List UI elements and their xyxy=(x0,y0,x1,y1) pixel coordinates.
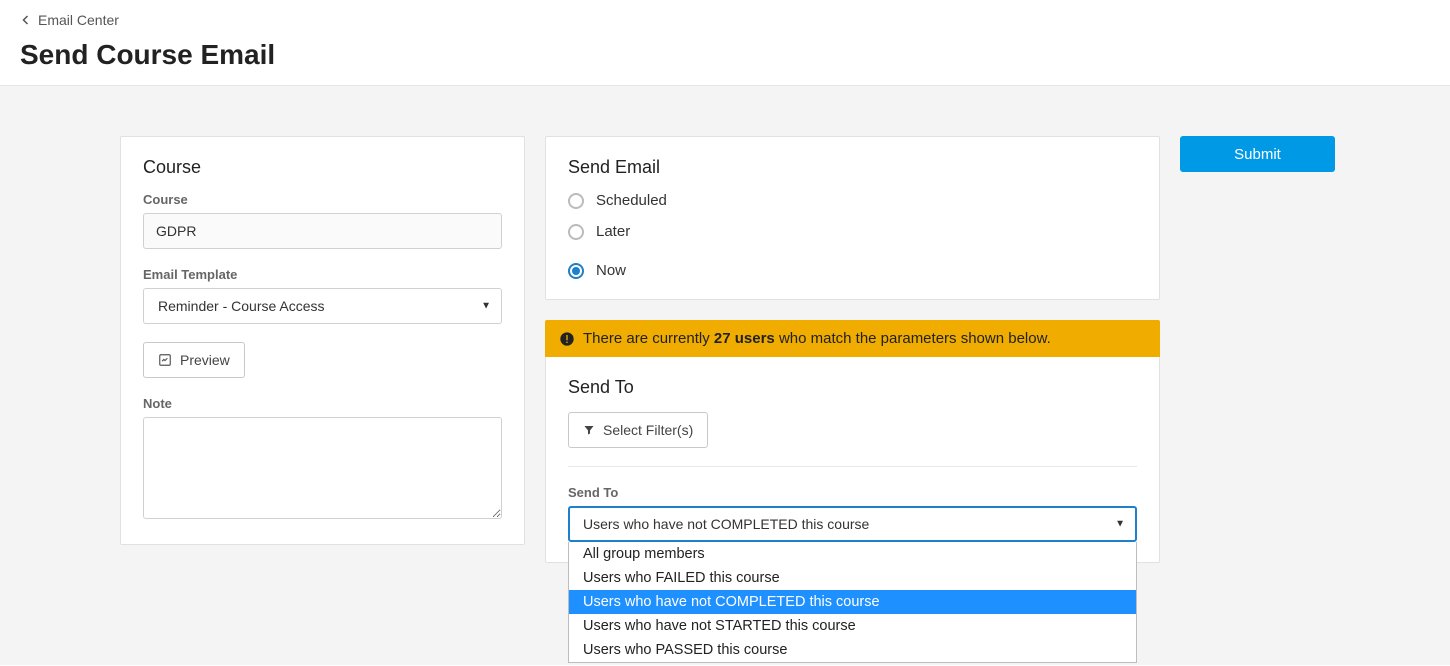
course-field-label: Course xyxy=(143,192,502,207)
select-filters-label: Select Filter(s) xyxy=(603,422,693,438)
send-to-option[interactable]: Users who have not COMPLETED this course xyxy=(569,590,1136,614)
note-textarea[interactable] xyxy=(143,417,502,519)
preview-button-label: Preview xyxy=(180,352,230,368)
submit-button[interactable]: Submit xyxy=(1180,136,1335,172)
send-email-heading: Send Email xyxy=(568,157,1137,178)
send-to-panel: Send To Select Filter(s) Send To xyxy=(545,357,1160,563)
send-to-option[interactable]: Users who PASSED this course xyxy=(569,638,1136,662)
radio-icon xyxy=(568,224,584,240)
template-field-label: Email Template xyxy=(143,267,502,282)
page-title: Send Course Email xyxy=(20,39,1430,71)
course-panel-heading: Course xyxy=(143,157,502,178)
radio-icon xyxy=(568,263,584,279)
breadcrumb-back[interactable]: Email Center xyxy=(20,12,119,28)
course-input[interactable] xyxy=(143,213,502,249)
send-to-option[interactable]: Users who FAILED this course xyxy=(569,566,1136,590)
select-filters-button[interactable]: Select Filter(s) xyxy=(568,412,708,448)
chevron-down-icon: ▼ xyxy=(1115,519,1125,530)
radio-icon xyxy=(568,193,584,209)
send-to-heading: Send To xyxy=(568,377,1137,398)
preview-icon xyxy=(158,353,172,367)
radio-label: Later xyxy=(596,223,630,240)
note-field-label: Note xyxy=(143,396,502,411)
email-template-value: Reminder - Course Access xyxy=(158,298,325,314)
send-to-select[interactable]: Users who have not COMPLETED this course… xyxy=(568,506,1137,542)
radio-label: Scheduled xyxy=(596,192,667,209)
send-email-panel: Send Email Scheduled Later Now xyxy=(545,136,1160,300)
course-panel: Course Course Email Template Reminder - … xyxy=(120,136,525,545)
send-to-field-label: Send To xyxy=(568,485,1137,500)
preview-button[interactable]: Preview xyxy=(143,342,245,378)
alert-text: There are currently 27 users who match t… xyxy=(583,330,1051,347)
match-alert: There are currently 27 users who match t… xyxy=(545,320,1160,357)
send-to-option[interactable]: All group members xyxy=(569,542,1136,566)
send-to-selected-value: Users who have not COMPLETED this course xyxy=(583,516,869,532)
exclamation-circle-icon xyxy=(559,331,575,347)
send-to-dropdown: All group membersUsers who FAILED this c… xyxy=(568,542,1137,663)
chevron-down-icon: ▼ xyxy=(481,301,491,312)
send-to-option[interactable]: Users who have not STARTED this course xyxy=(569,614,1136,638)
send-email-option[interactable]: Scheduled xyxy=(568,192,1137,209)
email-template-select[interactable]: Reminder - Course Access ▼ xyxy=(143,288,502,324)
send-email-option[interactable]: Later xyxy=(568,223,1137,240)
send-email-option[interactable]: Now xyxy=(568,262,1137,279)
radio-label: Now xyxy=(596,262,626,279)
divider xyxy=(568,466,1137,467)
filter-icon xyxy=(583,424,595,436)
breadcrumb-label: Email Center xyxy=(38,12,119,28)
chevron-left-icon xyxy=(20,14,32,26)
